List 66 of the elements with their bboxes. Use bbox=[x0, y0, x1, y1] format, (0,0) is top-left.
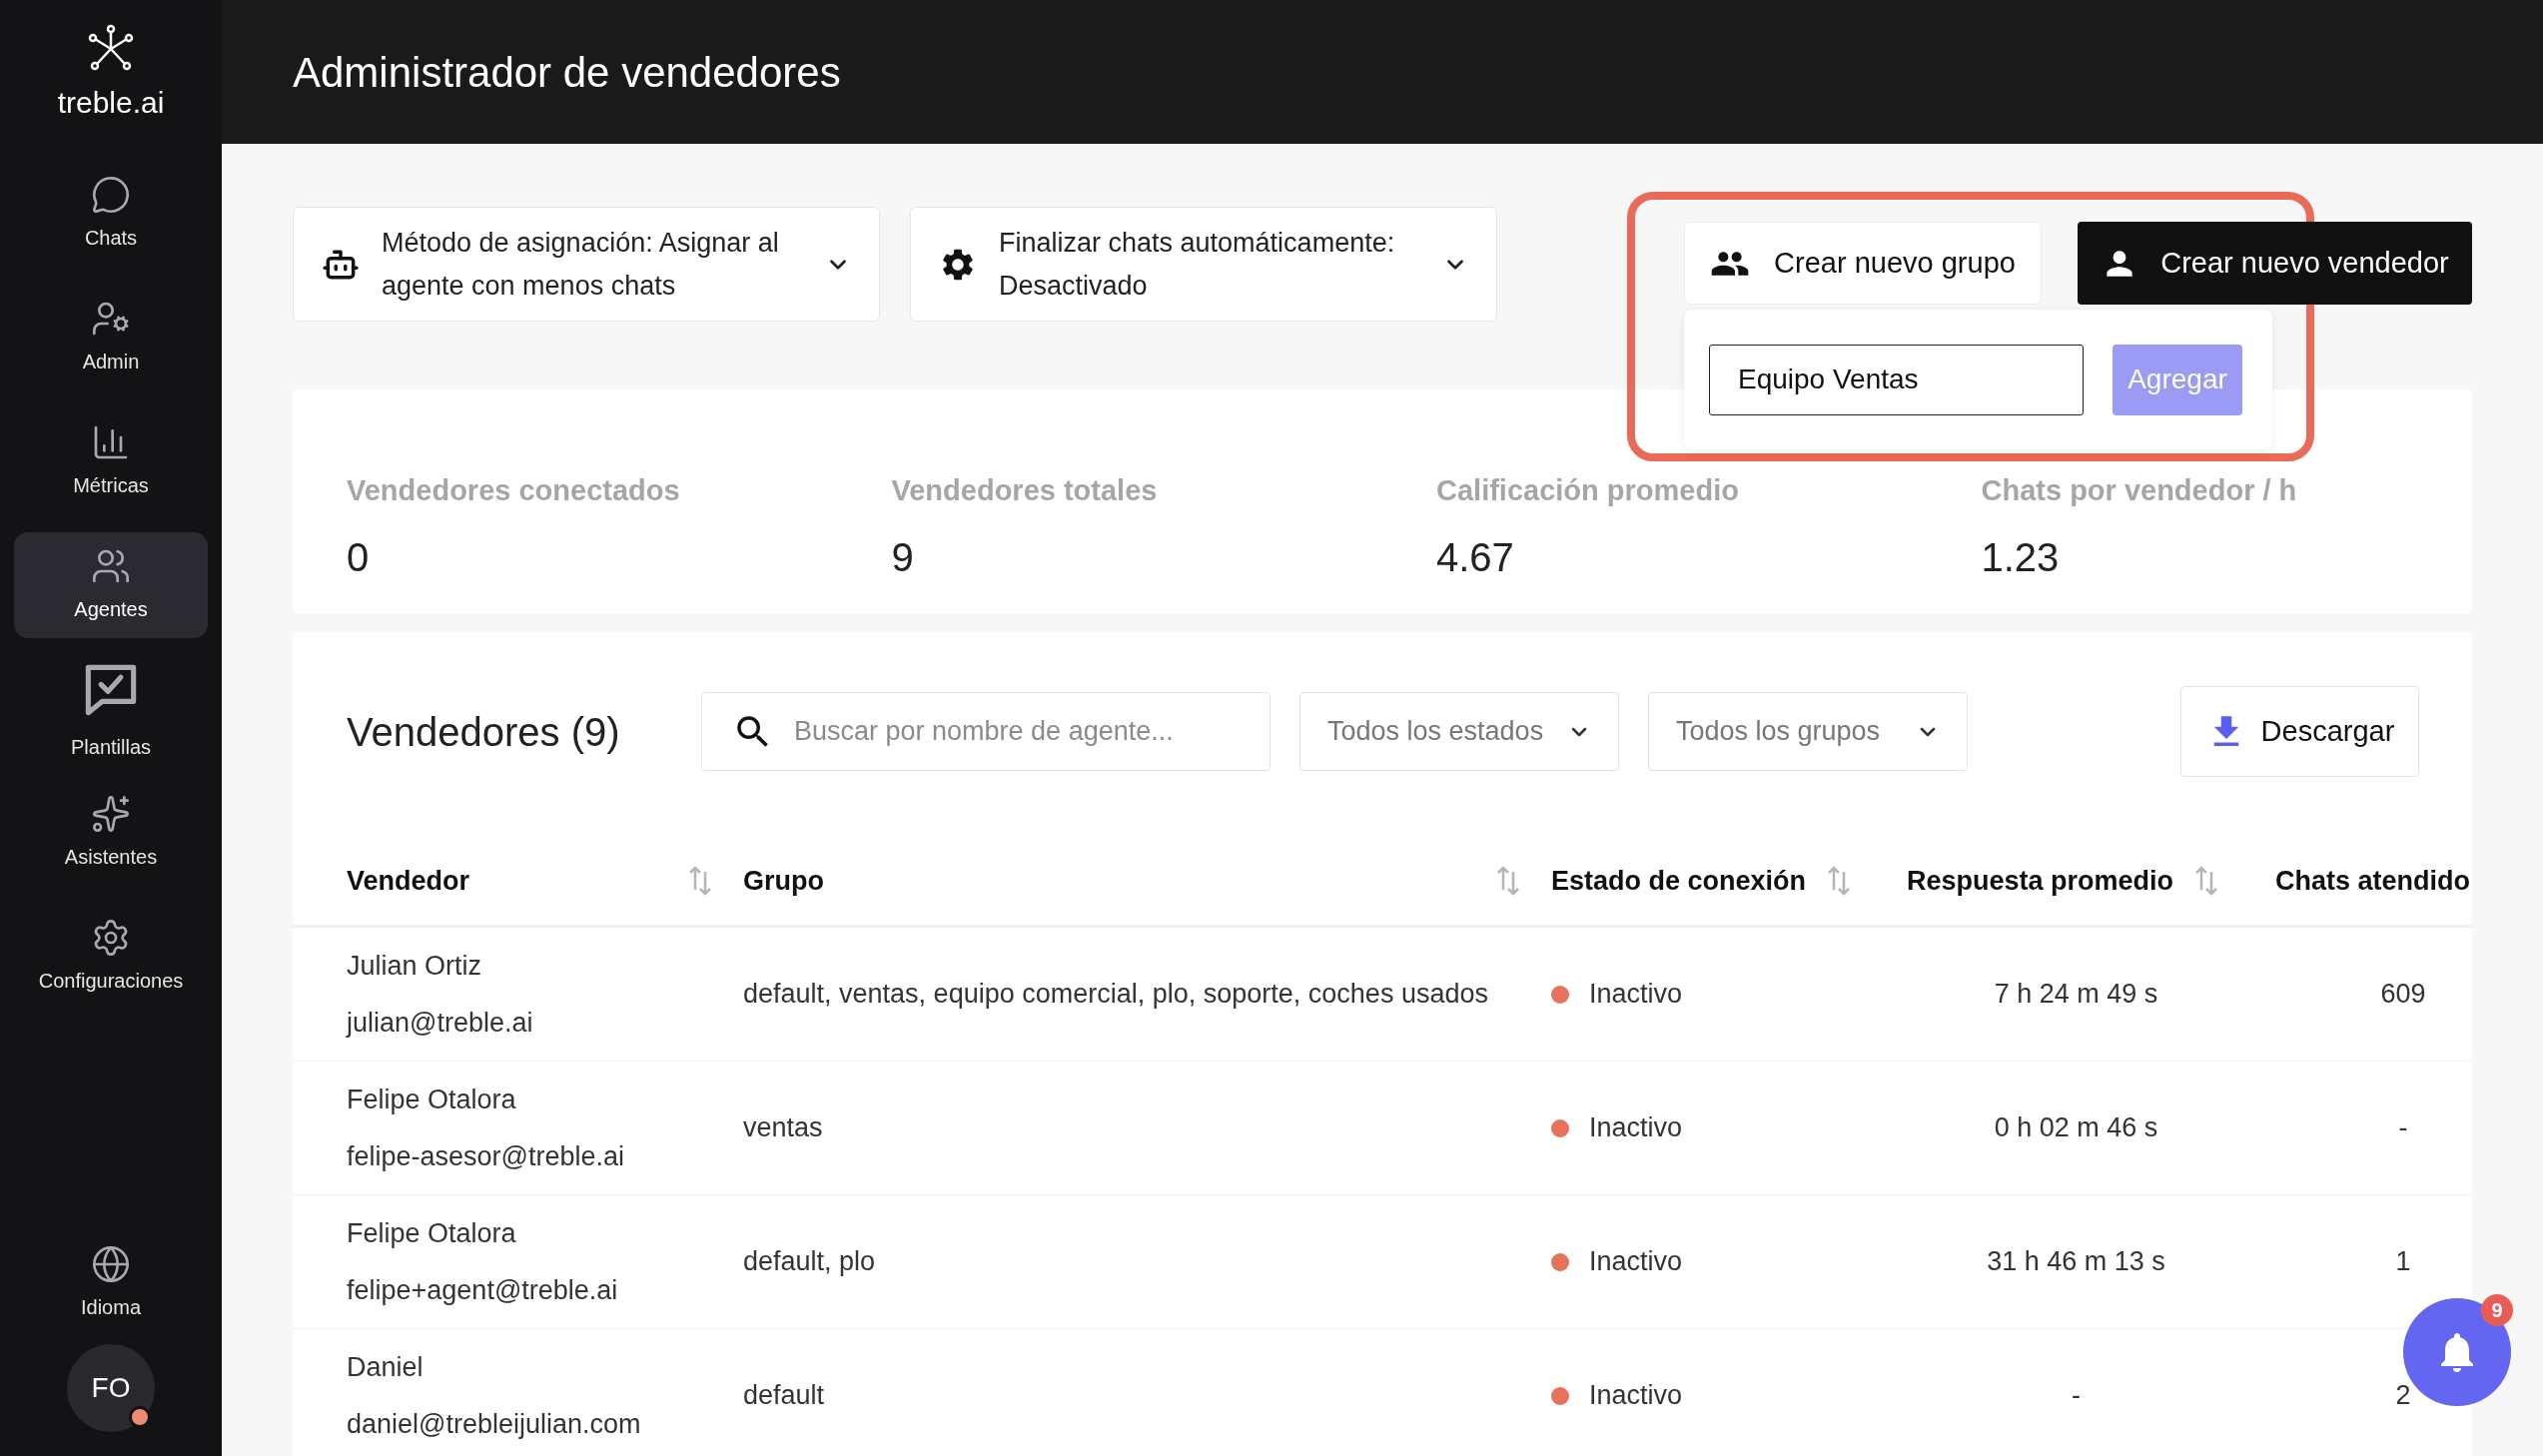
nav-item[interactable]: Agentes bbox=[14, 532, 208, 638]
status-text: Inactivo bbox=[1589, 1379, 1683, 1413]
nav-item[interactable]: Asistentes bbox=[14, 780, 208, 886]
seller-name: Daniel bbox=[347, 1351, 424, 1384]
group-cell: ventas bbox=[743, 1112, 823, 1143]
sort-icon[interactable] bbox=[687, 864, 713, 898]
chats-count: 1 bbox=[2395, 1245, 2411, 1279]
notification-badge: 9 bbox=[2481, 1294, 2513, 1326]
column-header: Chats atendido bbox=[2275, 864, 2470, 898]
seller-name: Felipe Otalora bbox=[347, 1217, 517, 1250]
language-item[interactable]: Idioma bbox=[81, 1244, 141, 1322]
seller-email: felipe-asesor@treble.ai bbox=[347, 1139, 626, 1173]
seller-email: daniel@trebleijulian.com bbox=[347, 1407, 642, 1441]
column-header: Grupo bbox=[743, 864, 824, 898]
user-avatar[interactable]: FO bbox=[67, 1344, 155, 1432]
response-time: 0 h 02 m 46 s bbox=[1994, 1111, 2158, 1145]
sort-icon[interactable] bbox=[1495, 864, 1521, 898]
settings-dropdown[interactable]: Finalizar chats automáticamente: Desactivado bbox=[910, 207, 1497, 322]
nav-item[interactable]: Chats bbox=[14, 161, 208, 267]
nav-item[interactable]: Configuraciones bbox=[14, 904, 208, 1010]
stat-label: Vendedores conectados bbox=[347, 473, 681, 508]
new-group-button[interactable]: Crear nuevo grupo bbox=[1684, 222, 2042, 305]
nav-item[interactable]: Admin bbox=[14, 285, 208, 390]
group-name-field[interactable]: Equipo Ventas bbox=[1709, 344, 2084, 415]
response-time: - bbox=[2072, 1379, 2081, 1413]
seller-name: Felipe Otalora bbox=[347, 1084, 517, 1116]
settings-dropdown[interactable]: Método de asignación: Asignar al agente con menos chats bbox=[293, 207, 880, 322]
new-seller-button[interactable]: Crear nuevo vendedor bbox=[2078, 222, 2472, 305]
nav-item[interactable]: Plantillas bbox=[14, 656, 208, 762]
stat-value: 1.23 bbox=[1981, 533, 2061, 581]
section-title: Vendedores (9) bbox=[347, 708, 621, 756]
stat-value: 4.67 bbox=[1436, 533, 1515, 581]
chats-count: 609 bbox=[2380, 978, 2426, 1012]
seller-email: julian@treble.ai bbox=[347, 1006, 534, 1040]
sort-icon[interactable] bbox=[2193, 864, 2220, 898]
search-field[interactable]: Buscar por nombre de agente... bbox=[794, 711, 1240, 752]
search-box[interactable]: Buscar por nombre de agente... bbox=[701, 692, 1271, 771]
status-text: Inactivo bbox=[1589, 1111, 1683, 1145]
status-text: Inactivo bbox=[1589, 978, 1683, 1012]
nav-item[interactable]: Métricas bbox=[14, 408, 208, 514]
group-cell: default, plo bbox=[743, 1246, 876, 1277]
stat-label: Chats por vendedor / h bbox=[1981, 473, 2298, 508]
response-time: 7 h 24 m 49 s bbox=[1994, 978, 2158, 1012]
column-header: Respuesta promedio bbox=[1907, 864, 2174, 898]
seller-email: felipe+agent@treble.ai bbox=[347, 1273, 619, 1307]
column-header: Estado de conexión bbox=[1551, 864, 1807, 898]
page-title: Administrador de vendedores bbox=[293, 47, 841, 98]
stat-value: 0 bbox=[347, 533, 371, 581]
download-button[interactable]: Descargar bbox=[2180, 686, 2419, 777]
stat-label: Vendedores totales bbox=[891, 473, 1159, 508]
chats-count: - bbox=[2398, 1111, 2408, 1145]
filter-dropdown[interactable]: Todos los grupos bbox=[1648, 692, 1968, 771]
sort-icon[interactable] bbox=[1826, 864, 1853, 898]
stat-label: Calificación promedio bbox=[1436, 473, 1740, 508]
chat-bubble-icon bbox=[91, 175, 131, 215]
status-text: Inactivo bbox=[1589, 1245, 1683, 1279]
stat-value: 9 bbox=[891, 533, 915, 581]
globe-icon bbox=[91, 1244, 131, 1284]
filter-dropdown[interactable]: Todos los estados bbox=[1299, 692, 1619, 771]
group-cell: default, ventas, equipo comercial, plo, soporte, coches usados bbox=[743, 979, 1488, 1010]
column-header: Vendedor bbox=[347, 864, 470, 898]
response-time: 31 h 46 m 13 s bbox=[1987, 1245, 2165, 1279]
brand-name: treble.ai bbox=[57, 85, 165, 121]
sparkles-icon bbox=[91, 794, 131, 834]
seller-name: Julian Ortiz bbox=[347, 950, 483, 983]
group-cell: default bbox=[743, 1380, 825, 1411]
